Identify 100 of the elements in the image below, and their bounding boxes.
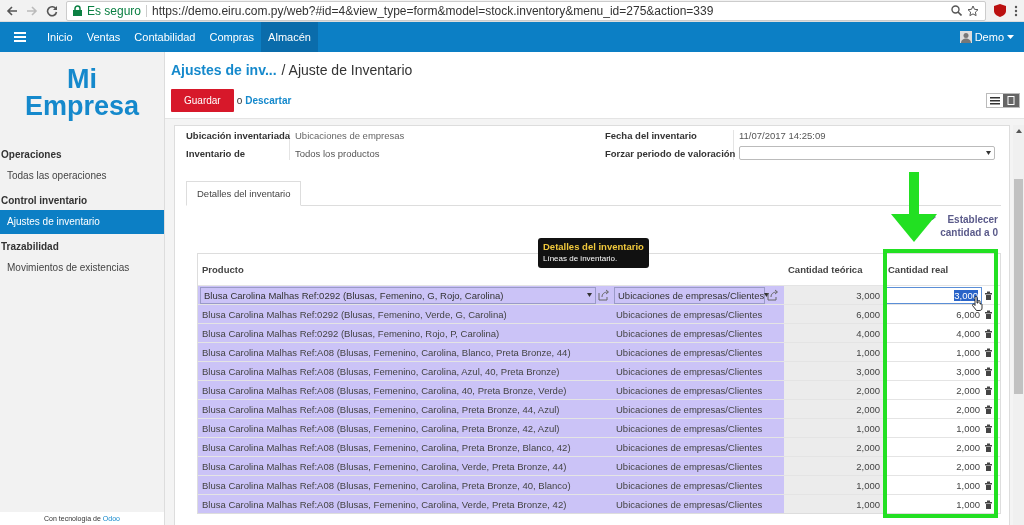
zoom-icon[interactable]	[951, 5, 962, 16]
trash-icon[interactable]	[984, 423, 993, 433]
section-title: Trazabilidad	[0, 240, 60, 254]
sidebar-item[interactable]: Movimientos de existencias	[0, 256, 164, 280]
nav-item[interactable]: Almacén	[261, 22, 318, 52]
logo-text: Empresa	[24, 93, 140, 120]
trash-icon[interactable]	[984, 461, 993, 471]
save-button[interactable]: Guardar	[171, 89, 234, 112]
table-cell-text: Blusa Carolina Malhas Ref:0292 (Blusas, Femenino, Verde, G, Carolina)	[201, 308, 508, 320]
page-title: / Ajuste de Inventario	[281, 62, 413, 78]
table-cell-text: Blusa Carolina Malhas Ref:A08 (Blusas, Femenino, Carolina, Preta Bronze, 44, Azul)	[201, 403, 561, 415]
menu-icon[interactable]	[1014, 4, 1018, 17]
discard-link[interactable]: Descartar	[245, 95, 292, 106]
trash-icon[interactable]	[984, 328, 993, 338]
table-cell-text: 2,000	[855, 403, 881, 415]
product-field[interactable]: Blusa Carolina Malhas Ref:0292 (Blusas, Femenino, G, Rojo, Carolina)	[200, 286, 596, 304]
star-icon[interactable]	[967, 4, 979, 17]
trash-icon[interactable]	[984, 404, 993, 414]
address-bar[interactable]: Es seguro https://demo.eiru.com.py/web?#id=4&view_type=form&model=stock.inventory&menu_id=275&action=339	[66, 0, 986, 21]
table-cell-text: 2,000	[955, 403, 981, 415]
table-cell-text: 1,000	[955, 422, 981, 434]
external-link-icon[interactable]	[598, 289, 610, 301]
logo-text: Mi	[67, 66, 97, 93]
trash-icon[interactable]	[984, 347, 993, 357]
avatar-icon	[959, 31, 972, 43]
table-cell-text: 4,000	[955, 327, 981, 339]
trash-icon[interactable]	[984, 480, 993, 490]
table-cell-text: Blusa Carolina Malhas Ref:A08 (Blusas, Femenino, Carolina, Preta Bronze, 42, Azul)	[201, 422, 561, 434]
shield-icon[interactable]	[994, 4, 1006, 17]
security-label: Es seguro	[87, 3, 142, 18]
field-value: Todos los productos	[295, 148, 381, 160]
set-zero-link[interactable]: Establecer cantidad a 0	[938, 213, 998, 239]
trash-icon[interactable]	[984, 290, 993, 300]
nav-item[interactable]: Contabilidad	[127, 22, 203, 52]
table-cell-text: Ubicaciones de empresas/Clientes	[615, 479, 764, 491]
caret-icon	[986, 151, 991, 155]
trash-icon[interactable]	[984, 309, 993, 319]
table-cell-text: Blusa Carolina Malhas Ref:A08 (Blusas, Femenino, Carolina, Preta Bronze, Blanco, 42)	[201, 441, 572, 453]
trash-icon[interactable]	[984, 366, 993, 376]
column-header: Cantidad real	[887, 264, 950, 275]
table-cell-text: 1,000	[955, 498, 981, 510]
list-view-icon[interactable]	[987, 94, 1003, 107]
field-label: Inventario de	[186, 148, 247, 160]
field-label: Fecha del inventario	[605, 130, 698, 142]
table-cell-text: Blusa Carolina Malhas Ref:0292 (Blusas, Femenino, Rojo, P, Carolina)	[201, 327, 501, 339]
scroll-up-icon[interactable]	[1015, 129, 1022, 133]
field-value: 11/07/2017 14:25:09	[739, 130, 827, 142]
column-header: Cantidad teórica	[787, 264, 864, 275]
trash-icon[interactable]	[984, 385, 993, 395]
table-cell-text: 6,000	[855, 308, 881, 320]
table-cell-text: 6,000	[955, 308, 981, 320]
breadcrumb-link[interactable]: Ajustes de inv...	[171, 62, 277, 78]
table-cell-text: 1,000	[855, 346, 881, 358]
external-link-icon[interactable]	[767, 289, 779, 301]
table-cell-text: 4,000	[855, 327, 881, 339]
section-title: Operaciones	[0, 148, 63, 162]
trash-icon[interactable]	[984, 442, 993, 452]
table-cell-text: 2,000	[855, 460, 881, 472]
table-cell-text: 2,000	[955, 460, 981, 472]
table-cell-text: Ubicaciones de empresas/Clientes	[615, 460, 764, 472]
table-cell-text: Blusa Carolina Malhas Ref:A08 (Blusas, Femenino, Carolina, Azul, 40, Preta Bronze)	[201, 365, 561, 377]
table-cell-text: Ubicaciones de empresas/Clientes	[615, 327, 764, 339]
caret-icon	[1007, 35, 1014, 39]
table-cell-text: Ubicaciones de empresas/Clientes	[615, 384, 764, 396]
nav-item[interactable]: Compras	[202, 22, 262, 52]
field-label: Forzar periodo de valoración	[605, 148, 733, 160]
user-menu[interactable]: Demo	[959, 22, 1024, 52]
table-cell-text: 2,000	[855, 384, 881, 396]
form-view-icon[interactable]	[1003, 94, 1019, 107]
tooltip-title: Detalles del inventario	[543, 241, 644, 252]
table-cell-text: Ubicaciones de empresas/Clientes	[615, 403, 764, 415]
table-cell-text: 1,000	[855, 498, 881, 510]
table-cell-text: 3,000	[955, 365, 981, 377]
field-value: Ubicaciones de empresas	[295, 130, 406, 142]
table-cell-text: 2,000	[955, 441, 981, 453]
menu-icon[interactable]	[14, 32, 26, 42]
trash-icon[interactable]	[984, 499, 993, 509]
table-cell-text: Ubicaciones de empresas/Clientes	[615, 498, 764, 510]
table-cell-text: Blusa Carolina Malhas Ref:A08 (Blusas, Femenino, Carolina, 40, Preta Bronze, Verde)	[201, 384, 568, 396]
table-cell-text: Ubicaciones de empresas/Clientes	[615, 422, 764, 434]
sidebar-item[interactable]: Todas las operaciones	[0, 164, 164, 188]
table-cell-text: Blusa Carolina Malhas Ref:A08 (Blusas, Femenino, Carolina, Preta Bronze, 40, Blanco)	[201, 479, 572, 491]
tab[interactable]: Detalles del inventario	[186, 181, 302, 206]
nav-item[interactable]: Inicio	[40, 22, 80, 52]
table-cell-text: 2,000	[855, 441, 881, 453]
back-icon[interactable]	[6, 4, 18, 17]
select-field[interactable]	[739, 146, 995, 160]
table-cell-text: 2,000	[955, 384, 981, 396]
user-name: Demo	[974, 31, 1004, 43]
table-cell-text: Ubicaciones de empresas/Clientes	[615, 346, 764, 358]
tooltip-text: Líneas de inventario.	[543, 254, 619, 263]
scroll-thumb[interactable]	[1014, 179, 1023, 394]
column-header: Producto	[201, 264, 245, 275]
nav-item[interactable]: Ventas	[79, 22, 128, 52]
table-cell-text: Blusa Carolina Malhas Ref:A08 (Blusas, Femenino, Carolina, Blanco, Preta Bronze, 44)	[201, 346, 572, 358]
reload-icon[interactable]	[46, 4, 58, 17]
lock-icon	[73, 5, 82, 16]
sidebar-item[interactable]: Ajustes de inventario	[0, 210, 164, 234]
field-label: Ubicación inventariada	[186, 130, 289, 142]
table-cell-text: 1,000	[855, 422, 881, 434]
